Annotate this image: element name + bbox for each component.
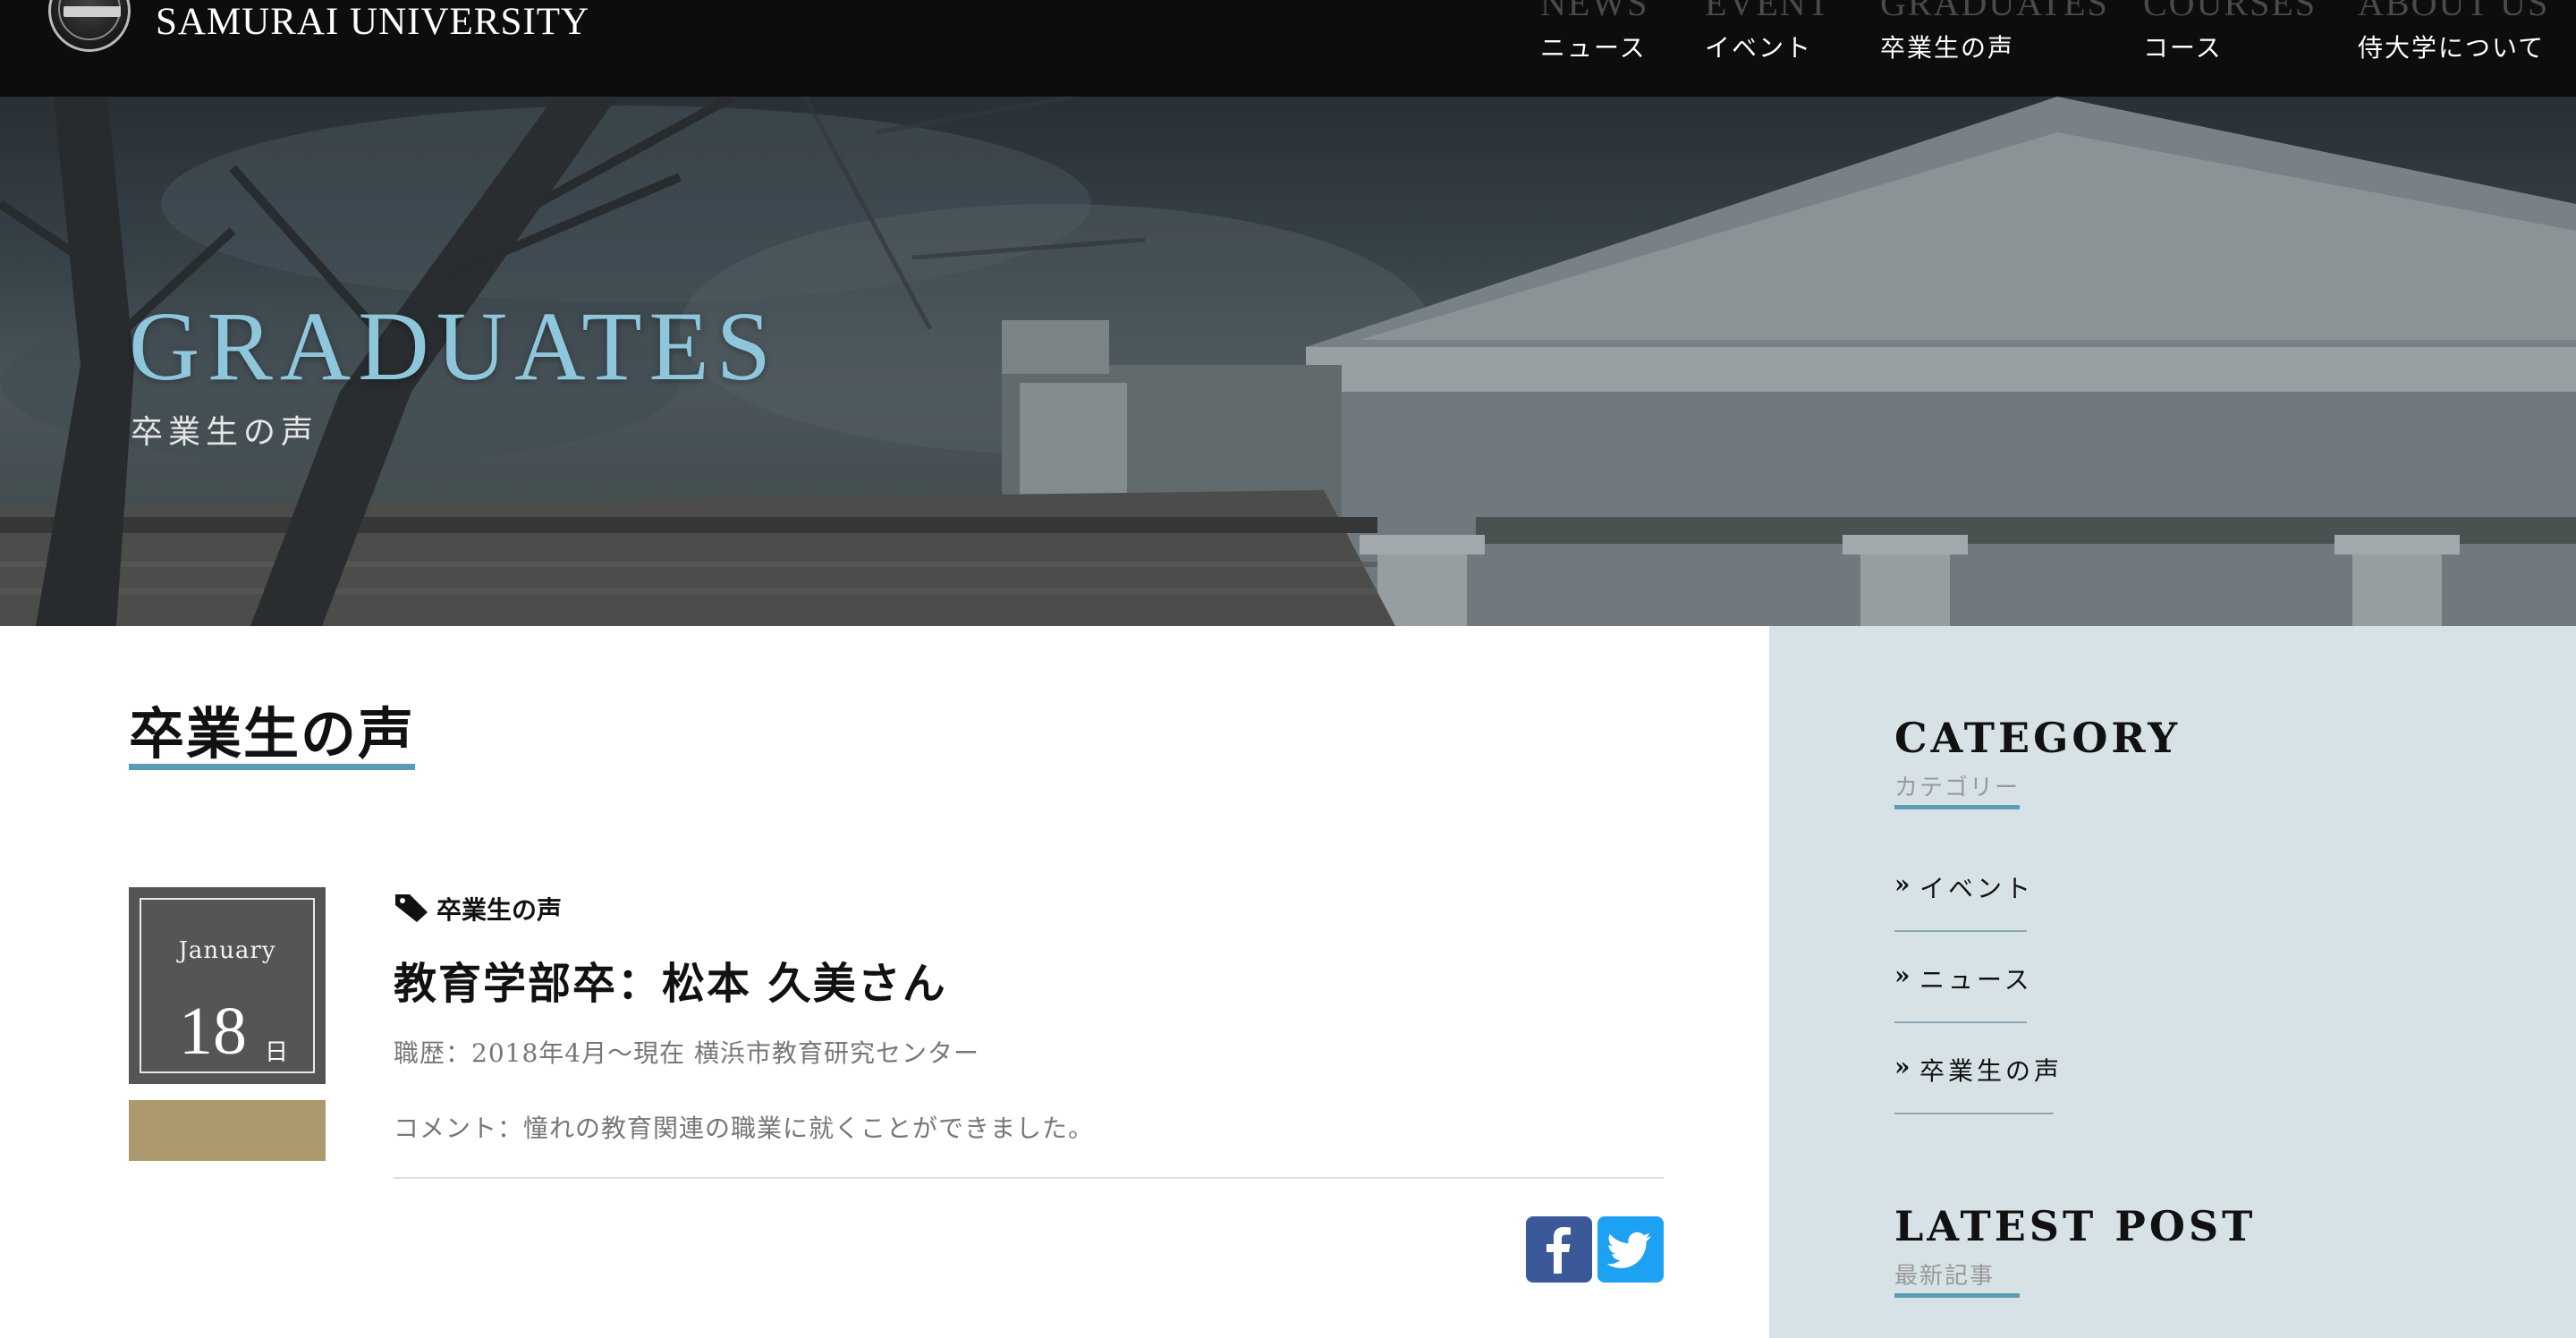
university-emblem-icon[interactable] bbox=[48, 0, 131, 52]
hero-banner: GRADUATES 卒業生の声 bbox=[0, 97, 2576, 626]
sidebar-item-divider bbox=[1894, 1113, 2054, 1114]
sidebar-item-label: イベント bbox=[1919, 874, 2035, 903]
post-date-band bbox=[129, 1100, 326, 1161]
sidebar-item-label: ニュース bbox=[1919, 965, 2033, 995]
sidebar-category-heading: CATEGORY bbox=[1894, 714, 2182, 762]
sidebar-item-divider bbox=[1894, 930, 2027, 932]
nav-item-about-us-en: ABOUT US bbox=[2358, 0, 2550, 23]
post-date-month: January bbox=[178, 937, 276, 964]
page-title: 卒業生の声 bbox=[129, 701, 416, 766]
post-date-badge: January 18 日 bbox=[129, 887, 326, 1084]
sidebar: CATEGORY カテゴリー » イベント » ニュース » 卒業生の声 LAT… bbox=[1769, 626, 2576, 1338]
nav-item-graduates-jp: 卒業生の声 bbox=[1880, 33, 2015, 63]
nav-item-event-en: EVENT bbox=[1705, 0, 1832, 23]
twitter-icon bbox=[1606, 1232, 1651, 1268]
nav-item-news-en: NEWS bbox=[1540, 0, 1649, 23]
nav-item-event-jp: イベント bbox=[1705, 33, 1813, 63]
post-category-label: 卒業生の声 bbox=[436, 895, 563, 925]
sidebar-latest-underline bbox=[1894, 1293, 2020, 1298]
sidebar-category-subheading: カテゴリー bbox=[1894, 775, 2021, 801]
page-title-underline bbox=[129, 764, 415, 770]
nav-item-courses-en: COURSES bbox=[2143, 0, 2318, 23]
sidebar-item-label: 卒業生の声 bbox=[1919, 1056, 2063, 1086]
post-date-day: 18 bbox=[179, 994, 247, 1069]
hero-subtitle: 卒業生の声 bbox=[131, 414, 319, 451]
nav-item-graduates-en: GRADUATES bbox=[1880, 0, 2109, 23]
sidebar-latest-heading: LATEST POST bbox=[1894, 1202, 2257, 1250]
chevron-double-right-icon: » bbox=[1894, 869, 1911, 899]
nav-item-about-us-jp: 侍大学について bbox=[2358, 33, 2546, 63]
site-name[interactable]: SAMURAI UNIVERSITY bbox=[156, 0, 589, 44]
post-comment: コメント：憧れの教育関連の職業に就くことができました。 bbox=[394, 1114, 1095, 1143]
nav-item-courses-jp: コース bbox=[2143, 33, 2223, 63]
post-date-frame: January 18 日 bbox=[140, 898, 315, 1073]
post-career: 職歴：2018年4月〜現在 横浜市教育研究センター bbox=[394, 1038, 979, 1068]
sidebar-category-underline bbox=[1894, 805, 2020, 809]
sidebar-item-divider bbox=[1894, 1021, 2027, 1023]
hero-title: GRADUATES bbox=[129, 292, 778, 401]
sidebar-latest-subheading: 最新記事 bbox=[1894, 1263, 1996, 1290]
emblem-band bbox=[64, 6, 121, 17]
facebook-icon bbox=[1546, 1227, 1571, 1274]
chevron-double-right-icon: » bbox=[1894, 961, 1911, 990]
post-title[interactable]: 教育学部卒：松本 久美さん bbox=[394, 948, 947, 1011]
top-navigation-bar: SAMURAI UNIVERSITY NEWS ニュース EVENT イベント … bbox=[0, 0, 2576, 97]
facebook-share-button[interactable] bbox=[1526, 1216, 1592, 1283]
post-date-day-unit: 日 bbox=[265, 1039, 289, 1066]
nav-item-news-jp: ニュース bbox=[1540, 33, 1647, 63]
twitter-share-button[interactable] bbox=[1597, 1216, 1664, 1283]
chevron-double-right-icon: » bbox=[1894, 1052, 1911, 1081]
tag-icon bbox=[395, 894, 428, 922]
post-divider bbox=[394, 1177, 1664, 1179]
